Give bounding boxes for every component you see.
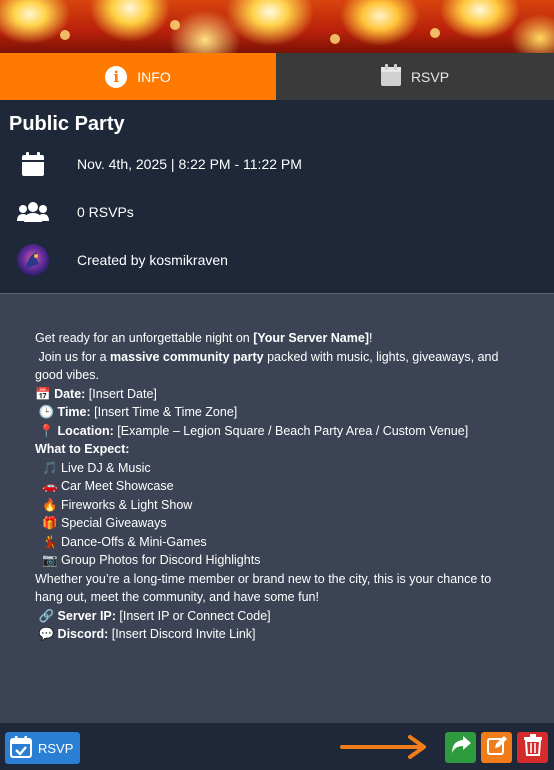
desc-server: 🔗 Server IP: [Insert IP or Connect Code]: [38, 608, 271, 623]
music-emoji-icon: 🎵: [41, 460, 58, 475]
desc-expect-item: 💃 Dance-Offs & Mini-Games: [41, 534, 207, 549]
event-title: Public Party: [9, 113, 125, 135]
avatar[interactable]: [16, 244, 50, 276]
edit-button[interactable]: [481, 732, 512, 763]
event-rsvp-row: 0 RSVPs: [0, 197, 554, 227]
trash-icon: [523, 734, 543, 761]
calendar-icon: [380, 64, 401, 89]
calendar-icon: [16, 149, 50, 179]
dancer-emoji-icon: 💃: [41, 534, 58, 549]
rsvp-button-label: RSVP: [38, 740, 74, 756]
camera-emoji-icon: 📷: [41, 553, 58, 567]
calendar-emoji-icon: 📅: [35, 386, 51, 401]
desc-expect-item: 📷 Group Photos for Discord Highlights: [41, 553, 261, 567]
event-creator-row: Created by kosmikraven: [0, 244, 554, 276]
footer-bar: RSVP: [0, 723, 554, 770]
desc-expect-heading: What to Expect:: [35, 442, 130, 456]
desc-location: 📍 Location: [Example – Legion Square / B…: [38, 423, 469, 438]
desc-expect-item: 🎁 Special Giveaways: [41, 516, 167, 530]
desc-date: 📅 Date: [Insert Date]: [35, 386, 157, 401]
gift-emoji-icon: 🎁: [41, 516, 58, 530]
event-datetime-row: Nov. 4th, 2025 | 8:22 PM - 11:22 PM: [0, 149, 554, 179]
event-rsvp-count: 0 RSVPs: [77, 204, 134, 220]
tab-bar: i INFO RSVP: [0, 53, 554, 100]
info-icon: i: [105, 65, 128, 88]
tab-rsvp[interactable]: RSVP: [276, 53, 554, 100]
share-button[interactable]: [445, 732, 476, 763]
event-datetime: Nov. 4th, 2025 | 8:22 PM - 11:22 PM: [77, 156, 302, 172]
link-emoji-icon: 🔗: [38, 608, 55, 623]
users-icon: [16, 197, 50, 227]
rsvp-button[interactable]: RSVP: [5, 732, 81, 764]
edit-icon: [486, 734, 508, 761]
desc-intro: Get ready for an unforgettable night on …: [35, 331, 373, 345]
speech-emoji-icon: 💬: [38, 627, 55, 641]
delete-button[interactable]: [517, 732, 548, 763]
share-icon: [450, 735, 472, 760]
desc-expect-item: 🚗 Car Meet Showcase: [41, 479, 174, 493]
desc-expect-item: 🔥 Fireworks & Light Show: [41, 497, 193, 512]
desc-closing: Whether you’re a long-time member or bra…: [35, 571, 492, 605]
event-banner-image: [0, 0, 554, 53]
divider: [0, 293, 554, 294]
fire-emoji-icon: 🔥: [41, 497, 58, 512]
desc-discord: 💬 Discord: [Insert Discord Invite Link]: [38, 627, 256, 641]
tab-info[interactable]: i INFO: [0, 53, 276, 100]
desc-expect-item: 🎵 Live DJ & Music: [41, 460, 151, 475]
event-header: Public Party Nov. 4th, 2025 | 8:22 PM - …: [0, 100, 554, 293]
event-description: Get ready for an unforgettable night on …: [35, 329, 515, 644]
desc-join: Join us for a massive community party pa…: [35, 349, 499, 383]
arrow-right-icon: [340, 733, 430, 766]
clock-emoji-icon: 🕒: [38, 405, 55, 419]
pin-emoji-icon: 📍: [38, 423, 55, 438]
calendar-check-icon: [10, 735, 32, 761]
tab-rsvp-label: RSVP: [410, 68, 450, 85]
desc-time: 🕒 Time: [Insert Time & Time Zone]: [38, 405, 238, 419]
event-created-by: Created by kosmikraven: [77, 252, 228, 268]
car-emoji-icon: 🚗: [41, 479, 58, 493]
tab-info-label: INFO: [137, 68, 171, 85]
